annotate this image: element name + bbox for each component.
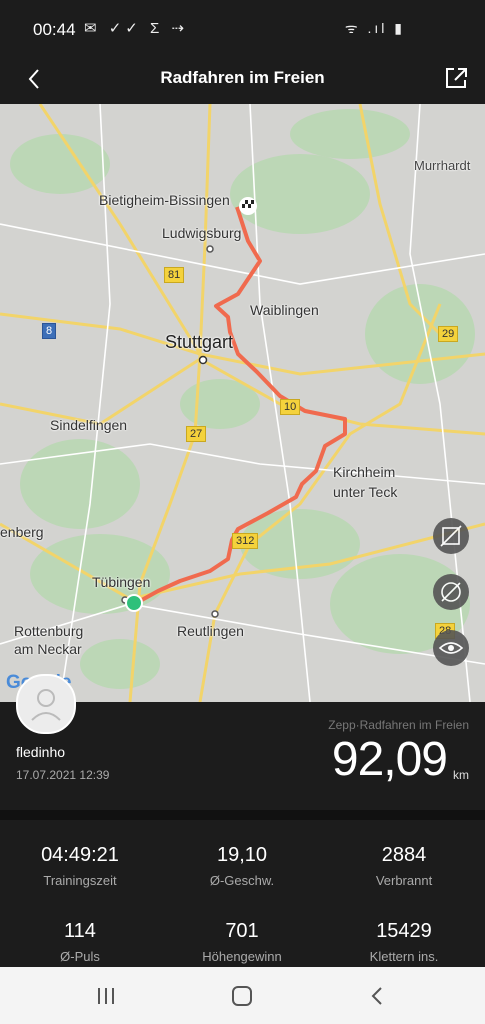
map-label-stuttgart: Stuttgart <box>165 332 234 352</box>
stat-label: Höhengewinn <box>202 949 282 964</box>
username: fledinho <box>16 744 66 760</box>
status-bar: 00:44 ✉ ✓✓ Σ ⇢ ᯤ .ıl ▮ <box>0 0 485 58</box>
stat-label: Ø-Puls <box>60 949 100 964</box>
stat-avg-heart-rate: 114 Ø-Puls <box>0 920 160 964</box>
road-badge-10: 10 <box>280 399 301 415</box>
distance-value: 92,09 <box>331 733 448 786</box>
km-markers-toggle-icon[interactable] <box>433 574 469 610</box>
stats-grid: 04:49:21 Trainingszeit 19,10 Ø-Geschw. 2… <box>0 820 485 967</box>
stat-label: Klettern ins. <box>369 949 439 964</box>
stat-value: 2884 <box>381 844 427 866</box>
stat-label: Trainingszeit <box>43 873 117 888</box>
workout-date: 17.07.2021 12:39 <box>16 768 110 782</box>
route-map[interactable]: Murrhardt Bietigheim-Bissingen Ludwigsbu… <box>0 104 485 702</box>
map-label-kirchheim-1: Kirchheim <box>333 464 396 480</box>
section-divider <box>0 810 485 820</box>
map-layer-toggle-icon[interactable] <box>433 518 469 554</box>
map-label-rottenburg-1: Rottenburg <box>14 623 84 639</box>
road-badge-81: 81 <box>164 267 185 283</box>
home-icon[interactable] <box>227 982 257 1010</box>
road-badge-8: 8 <box>42 323 57 339</box>
stat-avg-speed: 19,10 Ø-Geschw. <box>162 844 322 888</box>
workout-summary: fledinho 17.07.2021 12:39 Zepp·Radfahren… <box>0 674 485 810</box>
sport-type: Zepp·Radfahren im Freien <box>328 718 469 732</box>
page-title: Radfahren im Freien <box>160 68 325 87</box>
app-bar: Radfahren im Freien <box>0 58 485 104</box>
map-label-tuebingen: Tübingen <box>92 574 151 590</box>
notification-icons: ✉ ✓✓ Σ ⇢ <box>84 20 189 37</box>
stat-value: 04:49:21 <box>41 844 119 866</box>
road-badge-29: 29 <box>438 326 459 342</box>
map-label-bietigheim: Bietigheim-Bissingen <box>99 192 230 208</box>
stat-label: Ø-Geschw. <box>209 873 275 888</box>
recent-apps-icon[interactable] <box>91 982 121 1010</box>
road-badge-312: 312 <box>232 533 259 549</box>
signal-battery-icons: ᯤ .ıl ▮ <box>344 20 405 36</box>
map-label-murrhardt: Murrhardt <box>414 158 471 173</box>
stat-total-climb: 15429 Klettern ins. <box>324 920 484 964</box>
back-nav-icon[interactable] <box>363 982 393 1010</box>
avatar[interactable] <box>16 674 76 734</box>
user-avatar-icon <box>31 689 61 721</box>
stat-elevation-gain: 701 Höhengewinn <box>162 920 322 964</box>
map-label-renberg: enberg <box>0 524 44 540</box>
map-label-sindelfingen: Sindelfingen <box>50 417 128 433</box>
stat-value: 701 <box>225 920 259 942</box>
stat-value: 19,10 <box>216 844 268 866</box>
distance-unit: km <box>453 768 469 782</box>
road-badge-27: 27 <box>186 426 207 442</box>
map-label-ludwigsburg: Ludwigsburg <box>162 225 242 241</box>
map-label-waiblingen: Waiblingen <box>250 302 319 318</box>
visibility-eye-icon[interactable] <box>433 630 469 666</box>
stat-value: 15429 <box>376 920 432 942</box>
stat-training-time: 04:49:21 Trainingszeit <box>0 844 160 888</box>
stat-calories: 2884 Verbrannt <box>324 844 484 888</box>
map-label-rottenburg-2: am Neckar <box>14 641 82 657</box>
map-background <box>0 104 485 702</box>
map-label-reutlingen: Reutlingen <box>177 623 244 639</box>
stat-value: 114 <box>64 920 96 942</box>
status-time: 00:44 <box>33 20 76 39</box>
stat-label: Verbrannt <box>375 873 433 888</box>
map-label-kirchheim-2: unter Teck <box>333 484 398 500</box>
share-icon[interactable] <box>443 64 469 92</box>
system-nav-bar <box>0 967 485 1024</box>
